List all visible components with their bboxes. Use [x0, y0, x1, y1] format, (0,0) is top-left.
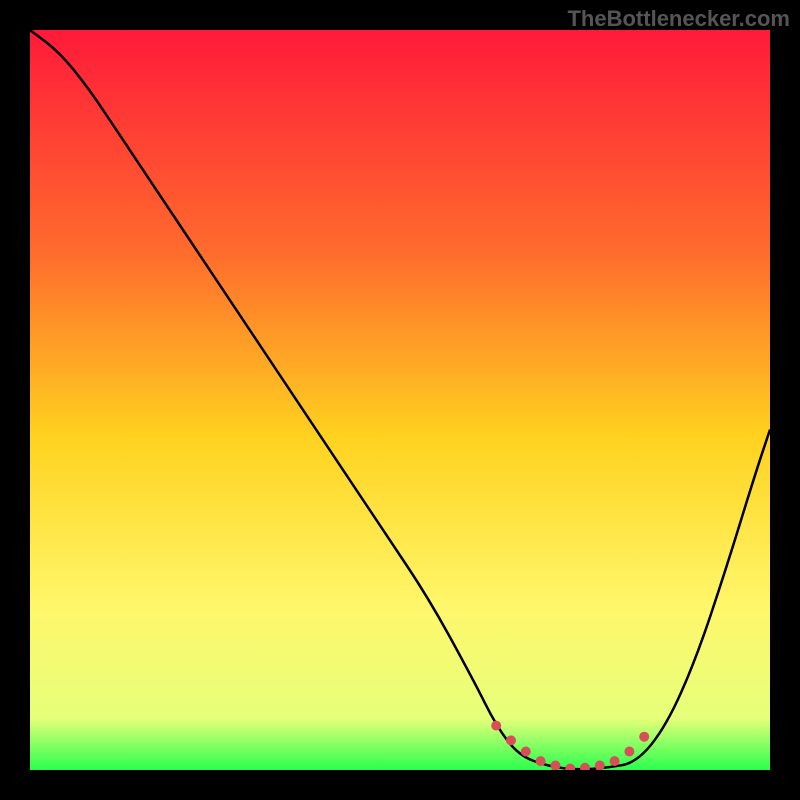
valley-dot: [521, 747, 531, 757]
valley-dot: [536, 756, 546, 766]
valley-dot: [624, 747, 634, 757]
chart-container: TheBottlenecker.com: [0, 0, 800, 800]
valley-dot: [639, 732, 649, 742]
plot-area: [30, 30, 770, 770]
valley-dot: [491, 721, 501, 731]
valley-dot: [610, 756, 620, 766]
bottleneck-chart: [30, 30, 770, 770]
gradient-background: [30, 30, 770, 770]
watermark-text: TheBottlenecker.com: [567, 6, 790, 32]
valley-dot: [506, 735, 516, 745]
